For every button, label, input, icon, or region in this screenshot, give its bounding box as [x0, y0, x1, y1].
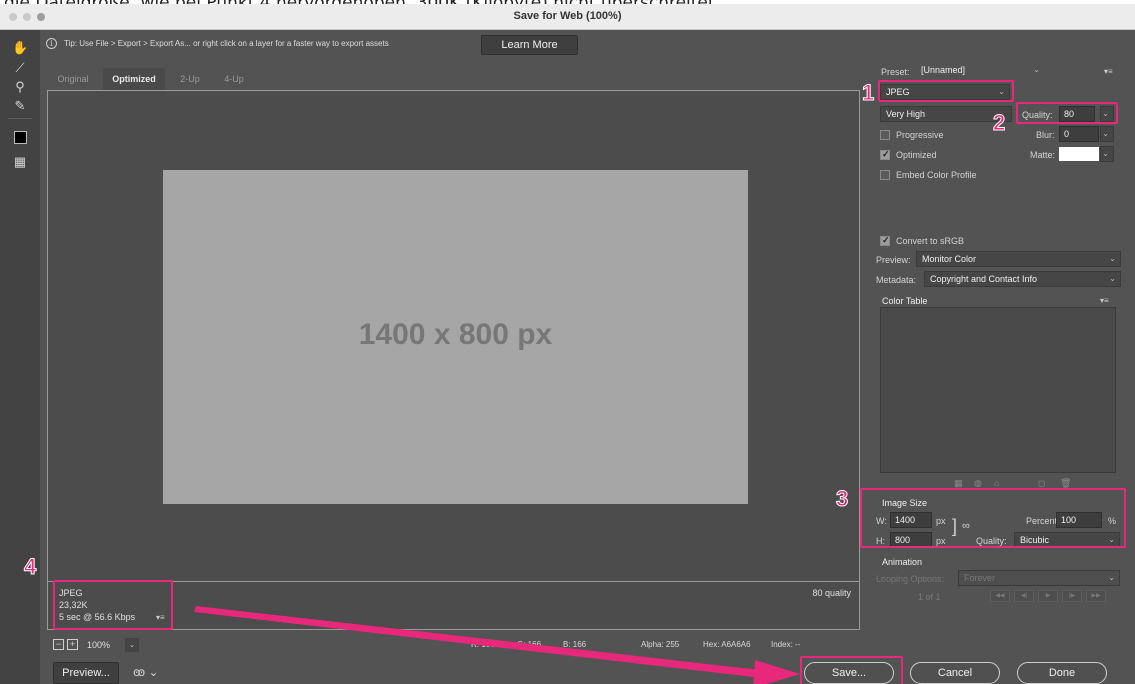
last-frame-icon[interactable]: ▶▶ [1086, 590, 1106, 602]
pixel-red: R: 166 [471, 640, 495, 649]
play-icon[interactable]: ▶ [1038, 590, 1058, 602]
matte-color-swatch[interactable] [1059, 147, 1099, 161]
pixel-blue: B: 166 [563, 640, 587, 649]
next-frame-icon[interactable]: |▶ [1062, 590, 1082, 602]
embed-color-profile-label: Embed Color Profile [896, 170, 977, 180]
optimization-settings-panel: Preset: [Unnamed] ⌄ ▾≡ JPEG ⌄ Very High Qu… [866, 58, 1135, 658]
done-button[interactable]: Done [1017, 662, 1107, 684]
highlight-box-format [878, 80, 1014, 102]
hand-tool-icon[interactable]: ✋ [12, 40, 28, 56]
chevron-down-icon: ⌄ [1102, 149, 1109, 158]
annotation-number-4: 4 [23, 554, 37, 579]
metadata-label: Metadata: [876, 275, 917, 285]
preview-dropdown[interactable]: Monitor Color ⌄ [916, 251, 1121, 267]
chevron-down-icon: ⌄ [1108, 573, 1115, 582]
eyedropper-color-swatch[interactable] [14, 131, 27, 144]
convert-srgb-checkbox[interactable] [880, 235, 890, 246]
preview-canvas[interactable]: 1400 x 800 px [47, 90, 860, 582]
annotation-number-3: 3 [835, 486, 849, 511]
looping-options-dropdown[interactable]: Forever ⌄ [958, 570, 1120, 586]
looping-options-label: Looping Options: [876, 574, 945, 584]
frame-counter: 1 of 1 [918, 592, 941, 602]
annotation-number-2: 2 [992, 110, 1006, 135]
highlight-box-save [800, 656, 903, 684]
preset-label: Preset: [881, 67, 910, 77]
zoom-tool-icon[interactable]: ⚲ [12, 79, 28, 95]
convert-srgb-label: Convert to sRGB [896, 236, 965, 246]
highlight-box-quality [1016, 102, 1118, 124]
pixel-green: G: 166 [517, 640, 542, 649]
eyedropper-tool-icon[interactable]: ✎ [12, 98, 28, 114]
chevron-down-icon: ⌄ [1033, 65, 1040, 74]
info-icon: i [46, 38, 57, 49]
pixel-hex: Hex: A6A6A6 [703, 640, 751, 649]
color-table-menu-icon[interactable]: ▾≡ [1100, 296, 1109, 305]
learn-more-button[interactable]: Learn More [481, 35, 578, 55]
chevron-down-icon: ⌄ [1109, 274, 1116, 283]
preset-dropdown[interactable]: [Unnamed] ⌄ [916, 63, 1044, 79]
info-quality-note: 80 quality [812, 588, 851, 598]
view-tabs: Original Optimized 2-Up 4-Up [47, 68, 860, 90]
tool-column: ✋ ⟋ ⚲ ✎ ▦ [0, 30, 40, 684]
preview-label: Preview: [876, 255, 911, 265]
bottom-button-bar: Preview... ꙭ ⌄ Save... Cancel Done [47, 662, 1135, 684]
lock-color-icon[interactable]: ⌂ [994, 478, 999, 488]
embed-color-profile-checkbox[interactable] [880, 170, 890, 180]
optimize-menu-icon[interactable]: ▾≡ [1104, 67, 1113, 76]
highlight-box-file-info [53, 580, 173, 630]
image-dimensions-label: 1400 x 800 px [358, 318, 553, 351]
first-frame-icon[interactable]: ◀◀ [990, 590, 1010, 602]
animation-title: Animation [882, 557, 923, 567]
toggle-slices-icon[interactable]: ▦ [12, 154, 28, 170]
pixel-index: Index: -- [771, 640, 801, 649]
blur-label: Blur: [1036, 130, 1055, 140]
optimized-label: Optimized [896, 150, 937, 160]
cancel-button[interactable]: Cancel [910, 662, 1000, 684]
previous-frame-icon[interactable]: ◀| [1014, 590, 1034, 602]
annotation-number-1: 1 [861, 80, 875, 105]
color-table-label: Color Table [882, 296, 928, 306]
progressive-label: Progressive [896, 130, 944, 140]
preset-value: [Unnamed] [921, 65, 966, 75]
tab-original[interactable]: Original [47, 68, 99, 90]
chevron-down-icon: ⌄ [1102, 129, 1109, 138]
matte-label: Matte: [1030, 150, 1056, 160]
optimized-image-preview: 1400 x 800 px [163, 170, 748, 504]
tab-optimized[interactable]: Optimized [103, 68, 165, 90]
quality-level-value: Very High [886, 109, 926, 119]
color-table [880, 307, 1116, 473]
tool-divider [8, 118, 32, 119]
tip-bar: i Tip: Use File > Export > Export As... … [40, 30, 865, 58]
preview-button[interactable]: Preview... [53, 662, 119, 684]
blur-dropdown[interactable]: ⌄ [1100, 126, 1114, 142]
zoom-dropdown[interactable]: ⌄ [125, 638, 139, 652]
matte-dropdown[interactable]: ⌄ [1100, 146, 1114, 162]
chevron-down-icon: ⌄ [1109, 254, 1116, 263]
pixel-alpha: Alpha: 255 [641, 640, 680, 649]
window-title: Save for Web (100%) [513, 10, 622, 22]
tab-4-up[interactable]: 4-Up [213, 68, 255, 90]
tab-2-up[interactable]: 2-Up [169, 68, 211, 90]
zoom-level: 100% [87, 640, 111, 650]
blur-field[interactable]: 0 [1059, 126, 1099, 142]
status-bar: − + 100% ⌄ R: 166 G: 166 B: 166 Alpha: 2… [47, 636, 860, 656]
title-bar: Save for Web (100%) [0, 4, 1135, 30]
progressive-checkbox[interactable] [880, 130, 890, 140]
optimized-checkbox[interactable] [880, 149, 890, 160]
browser-preview-icon[interactable]: ꙭ ⌄ [125, 662, 169, 684]
highlight-box-image-size [860, 488, 1126, 548]
slice-select-tool-icon[interactable]: ⟋ [12, 60, 28, 76]
looping-options-value: Forever [964, 573, 996, 583]
zoom-in-icon[interactable]: + [67, 639, 78, 650]
zoom-out-icon[interactable]: − [53, 639, 64, 650]
tip-text: Tip: Use File > Export > Export As... or… [64, 39, 389, 48]
metadata-dropdown[interactable]: Copyright and Contact Info ⌄ [924, 271, 1121, 287]
preview-value: Monitor Color [922, 254, 977, 264]
metadata-value: Copyright and Contact Info [930, 274, 1038, 284]
